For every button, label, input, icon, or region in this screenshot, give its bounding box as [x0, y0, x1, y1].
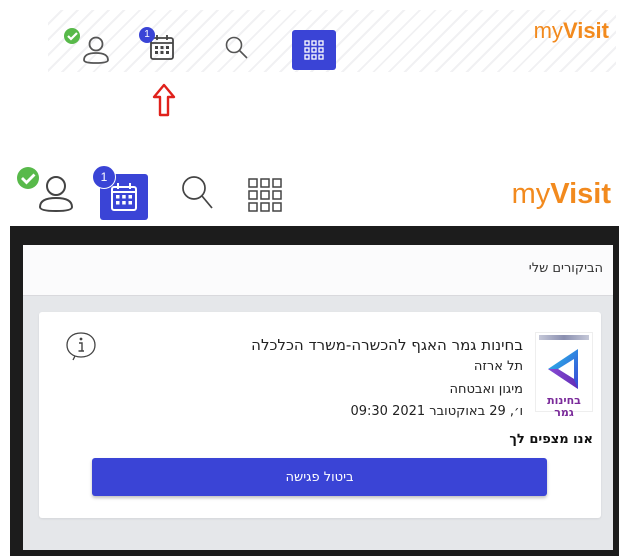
exam-logo: בחינות גמר [535, 332, 593, 419]
apps-grid-icon-large[interactable] [248, 178, 282, 212]
appointment-location: תל ארזה [473, 359, 523, 374]
up-arrow-annotation-icon [152, 83, 176, 117]
appointment-title: בחינות גמר האגף להכשרה-משרד הכלכלה [251, 336, 523, 354]
calendar-badge-large: 1 [92, 165, 116, 189]
user-profile-icon[interactable] [60, 26, 116, 66]
appointment-card: בחינות גמר בחינות גמר האגף להכשרה-משרד ה… [39, 312, 601, 518]
user-profile-icon-large[interactable] [14, 164, 76, 214]
appointment-datetime: ו׳, 29 באוקטובר 2021 09:30 [350, 404, 523, 419]
brand-logo-small[interactable]: myVisit [534, 18, 609, 44]
cancel-appointment-button[interactable]: ביטול פגישה [92, 458, 547, 496]
appointment-details: בחינות גמר האגף להכשרה-משרד הכלכלה תל אר… [251, 335, 523, 422]
calendar-icon-large [111, 183, 137, 211]
exam-logo-shape-icon [548, 349, 578, 389]
search-icon[interactable] [223, 34, 251, 62]
panel-header: הביקורים שלי [23, 245, 613, 296]
apps-menu-button[interactable] [292, 30, 336, 70]
expecting-you-text: אנו מצפים לך [509, 432, 593, 447]
calendar-badge: 1 [139, 27, 155, 43]
my-visits-panel: הביקורים שלי בחינות גמר בחינות גמר האגף … [23, 245, 613, 550]
logo-header-strip [539, 335, 589, 340]
search-icon-large[interactable] [180, 174, 216, 212]
appointment-service: מיגון ואבטחה [449, 382, 523, 397]
info-icon[interactable] [65, 331, 97, 361]
brand-logo-large[interactable]: myVisit [512, 178, 611, 211]
apps-grid-icon [304, 40, 324, 60]
logo-caption: בחינות גמר [547, 394, 581, 419]
panel-title: הביקורים שלי [528, 261, 603, 276]
